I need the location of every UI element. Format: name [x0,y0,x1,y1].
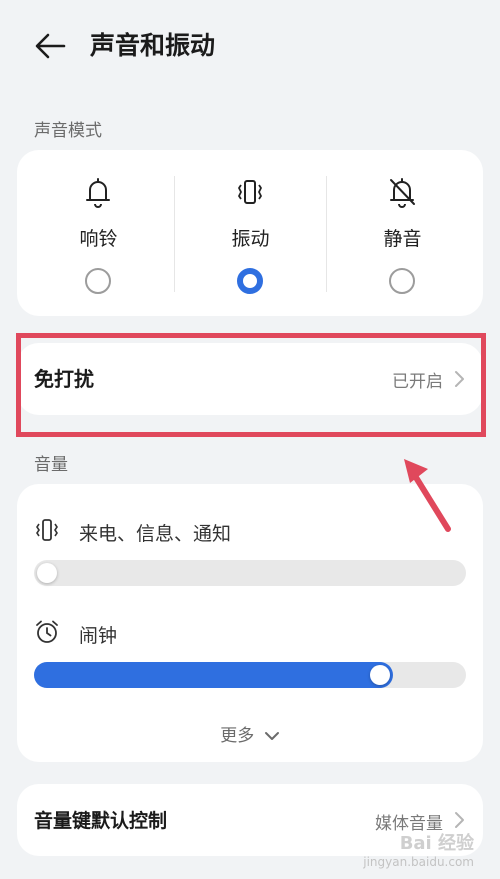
more-label: 更多 [220,726,255,746]
sound-mode-card: 响铃 振动 静音 [17,150,483,316]
sound-mode-label-ring: 响铃 [79,228,118,250]
slider-thumb[interactable] [369,665,390,685]
vibrate-icon [238,180,262,204]
radio-silent[interactable] [389,268,415,294]
app-header: 声音和振动 [0,0,500,90]
chevron-down-icon [264,732,279,740]
sound-mode-option-ring[interactable]: 响铃 [21,150,176,316]
section-label-volume: 音量 [34,455,68,475]
volume-slider-ringtone[interactable] [34,560,466,586]
annotation-arrow-icon [404,459,451,532]
bell-icon [86,178,110,208]
page-title: 声音和振动 [90,31,216,60]
vibrate-icon [36,519,58,541]
section-label-sound-mode: 声音模式 [34,121,102,141]
sound-mode-option-silent[interactable]: 静音 [325,150,480,316]
radio-ring[interactable] [85,268,111,294]
volume-label-alarm: 闹钟 [79,625,118,647]
back-button[interactable] [30,26,70,66]
watermark: Bai 经验 jingyan.baidu.com [363,829,474,869]
sound-mode-label-vibrate: 振动 [231,228,270,250]
highlight-box [16,333,486,437]
sound-mode-option-vibrate[interactable]: 振动 [173,150,328,316]
slider-thumb[interactable] [37,563,57,583]
bell-off-icon [390,178,415,208]
alarm-clock-icon [36,620,58,643]
watermark-brand: Bai 经验 [399,833,474,854]
volume-label-ringtone: 来电、信息、通知 [79,523,232,545]
watermark-url: jingyan.baidu.com [363,855,474,869]
slider-fill [34,662,393,688]
radio-vibrate[interactable] [237,268,263,294]
volume-slider-alarm[interactable] [34,662,466,688]
sound-mode-label-silent: 静音 [383,228,422,250]
more-button[interactable]: 更多 [17,721,483,746]
chevron-right-icon [455,812,464,828]
back-arrow-icon [35,33,66,59]
volume-key-label: 音量键默认控制 [34,810,168,832]
